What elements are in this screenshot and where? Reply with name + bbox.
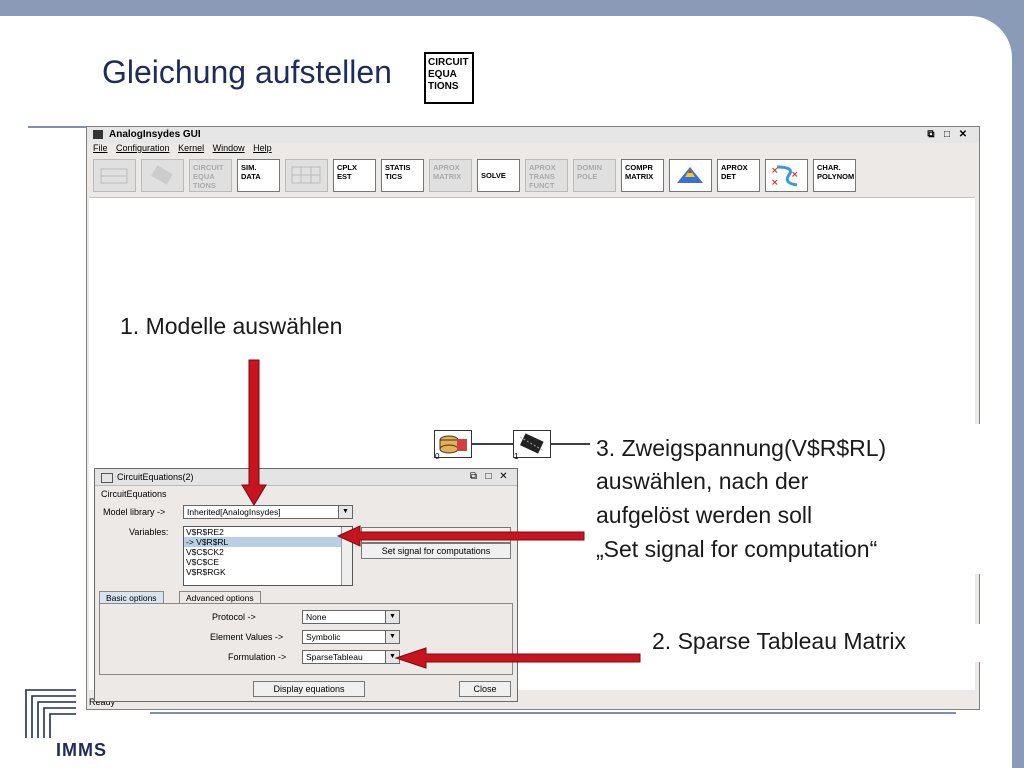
imms-logo-icon [25, 689, 76, 738]
imms-logo-text: IMMS [56, 740, 107, 760]
arrow-left-icon [394, 647, 641, 669]
bottom-rule [150, 712, 956, 714]
arrow-down-icon [241, 359, 267, 506]
arrow-left-icon [336, 525, 585, 547]
arrow-overlay [241, 359, 641, 669]
red-arrows [241, 359, 641, 669]
